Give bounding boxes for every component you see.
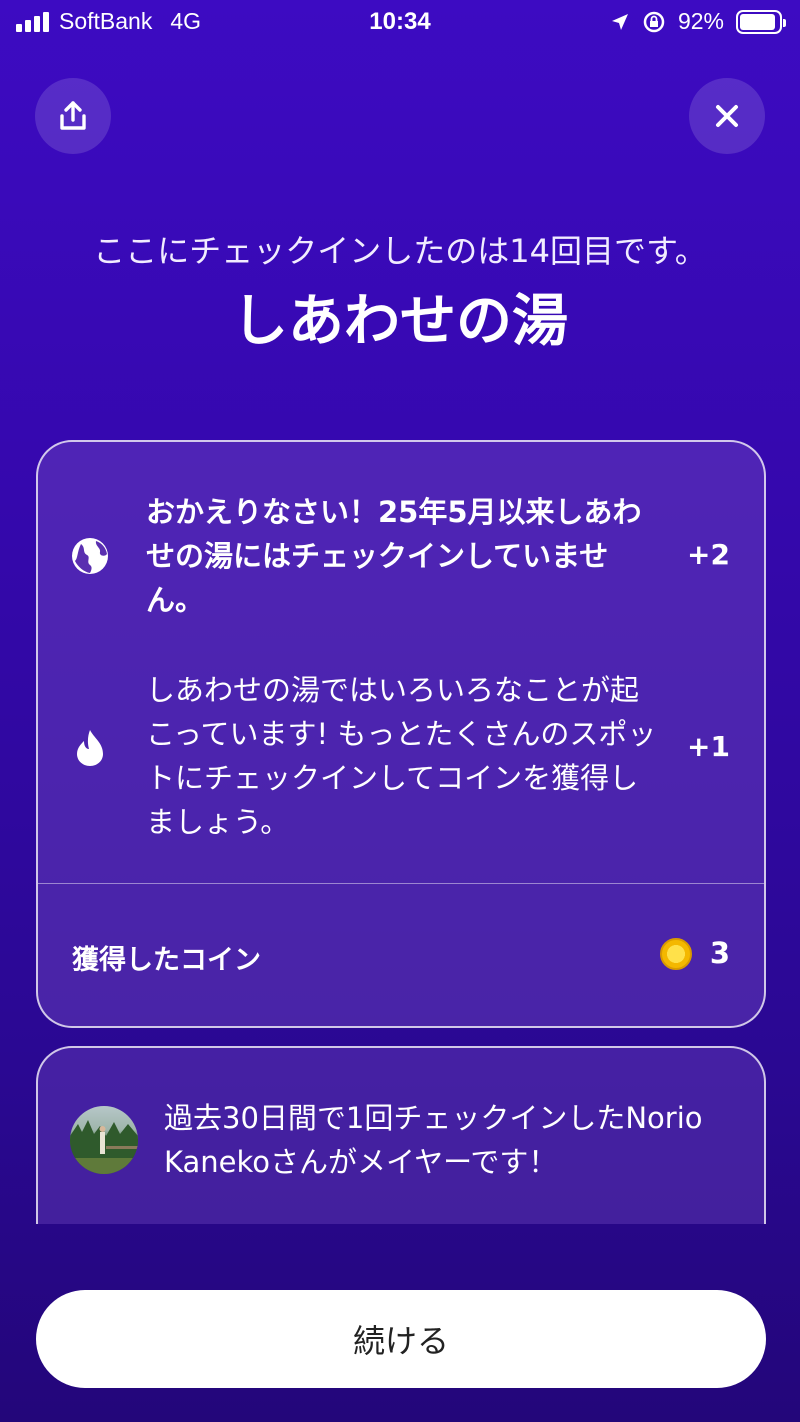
globe-icon	[72, 538, 108, 574]
reward-row-spot-activity: しあわせの湯ではいろいろなことが起こっています! もっとたくさんのスポットにチェ…	[38, 668, 764, 848]
status-bar: SoftBank 4G 10:34 92%	[0, 0, 800, 46]
share-button[interactable]	[35, 78, 111, 154]
battery-percent: 92%	[677, 8, 724, 34]
coin-icon	[660, 938, 692, 970]
share-icon	[60, 101, 86, 130]
reward-row-welcome-back: おかえりなさい！25年5月以来しあわせの湯にはチェックインしていません。 +2	[38, 490, 764, 640]
flame-icon	[77, 730, 103, 766]
mayor-card[interactable]: 過去30日間で1回チェックインしたNorio Kanekoさんがメイヤーです！	[36, 1046, 766, 1224]
venue-title: しあわせの湯	[232, 289, 568, 354]
mayor-text: 過去30日間で1回チェックインしたNorio Kanekoさんがメイヤーです！	[164, 1101, 703, 1179]
reward-text-spot-activity: しあわせの湯ではいろいろなことが起こっています! もっとたくさんのスポットにチェ…	[146, 673, 657, 839]
rewards-card: おかえりなさい！25年5月以来しあわせの湯にはチェックインしていません。 +2 …	[36, 440, 766, 1028]
divider	[38, 883, 764, 884]
battery-icon	[736, 9, 786, 34]
reward-points-welcome-back: +2	[687, 538, 730, 571]
close-button[interactable]	[689, 78, 765, 154]
close-icon	[716, 105, 738, 127]
checkin-count-text: ここにチェックインしたのは14回目です。	[93, 232, 707, 270]
reward-points-spot-activity: +1	[687, 730, 730, 763]
coins-earned-value: 3	[709, 936, 730, 970]
avatar[interactable]	[70, 1106, 138, 1174]
location-icon	[611, 13, 628, 30]
continue-button[interactable]: 続ける	[36, 1290, 766, 1388]
coins-earned-label: 獲得したコイン	[72, 945, 261, 976]
reward-text-welcome-back: おかえりなさい！25年5月以来しあわせの湯にはチェックインしていません。	[146, 495, 642, 617]
rotation-lock-icon	[643, 11, 665, 32]
